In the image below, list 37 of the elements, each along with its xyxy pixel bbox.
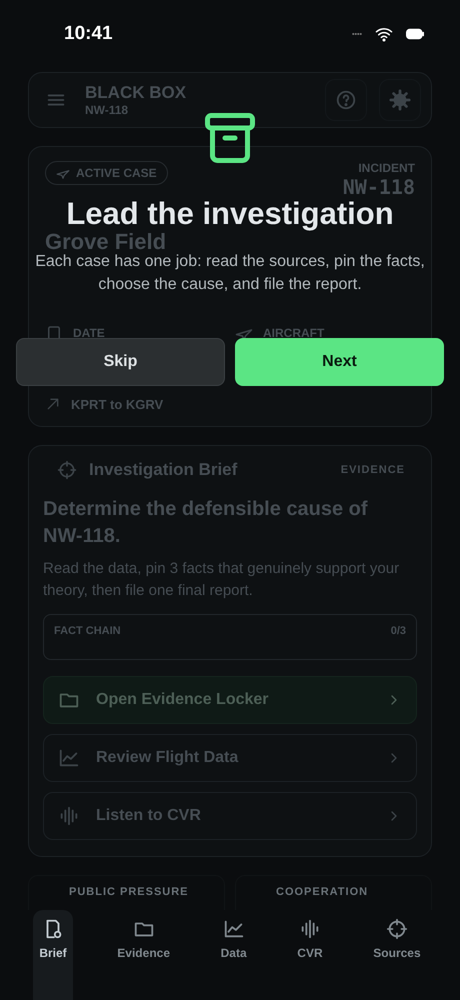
skip-button[interactable]: Skip (16, 338, 225, 386)
arrow-icon (45, 396, 61, 412)
help-icon (335, 89, 357, 111)
section-title: Investigation Brief (89, 460, 238, 480)
status-time: 10:41 (64, 23, 113, 45)
section-tag: EVIDENCE (340, 464, 405, 476)
tab[interactable]: CVR (291, 910, 329, 1000)
tab[interactable]: Sources (367, 910, 427, 1000)
tab[interactable]: Brief (33, 910, 73, 1000)
brief-heading: Determine the defensible cause of NW-118. (43, 497, 369, 550)
badge-label: ACTIVE CASE (76, 166, 157, 180)
case-title: Grove Field (45, 229, 168, 254)
crosshair-icon (57, 460, 77, 480)
settings-icon (389, 89, 411, 111)
tab[interactable]: Data (214, 910, 253, 1000)
app-title: BLACK BOX (85, 83, 188, 103)
onboarding-text: Each case has one job: read the sources, pin the facts, choose the cause, and file the report. (34, 252, 426, 296)
incident-id: NW-118 (342, 175, 415, 199)
meta-label: DATE (73, 326, 105, 340)
sound-wave-icon (58, 804, 80, 827)
fact-count: 0/3 (390, 624, 406, 637)
fact-chain-label: FACT CHAIN (54, 624, 121, 637)
help-button[interactable] (325, 79, 367, 121)
stat-label: PUBLIC PRESSURE (69, 886, 189, 898)
route-text: KPRT to KGRV (71, 396, 164, 412)
crosshair-icon (386, 918, 408, 940)
meta-label: AIRCRAFT (263, 326, 324, 340)
wifi-icon (374, 25, 394, 43)
tab[interactable]: Evidence (111, 910, 176, 1000)
onboarding-title: Lead the investigation (66, 196, 394, 232)
incident-label: INCIDENT (357, 161, 415, 175)
case-id: NW-118 (85, 103, 130, 117)
brief-text: Read the data, pin 3 facts that genuinely support your theory, then file one final report. (43, 559, 400, 602)
stat-label: COOPERATION (276, 886, 368, 898)
line-chart-icon (222, 918, 245, 940)
settings-button[interactable] (379, 79, 421, 121)
next-button[interactable]: Next (235, 338, 444, 386)
